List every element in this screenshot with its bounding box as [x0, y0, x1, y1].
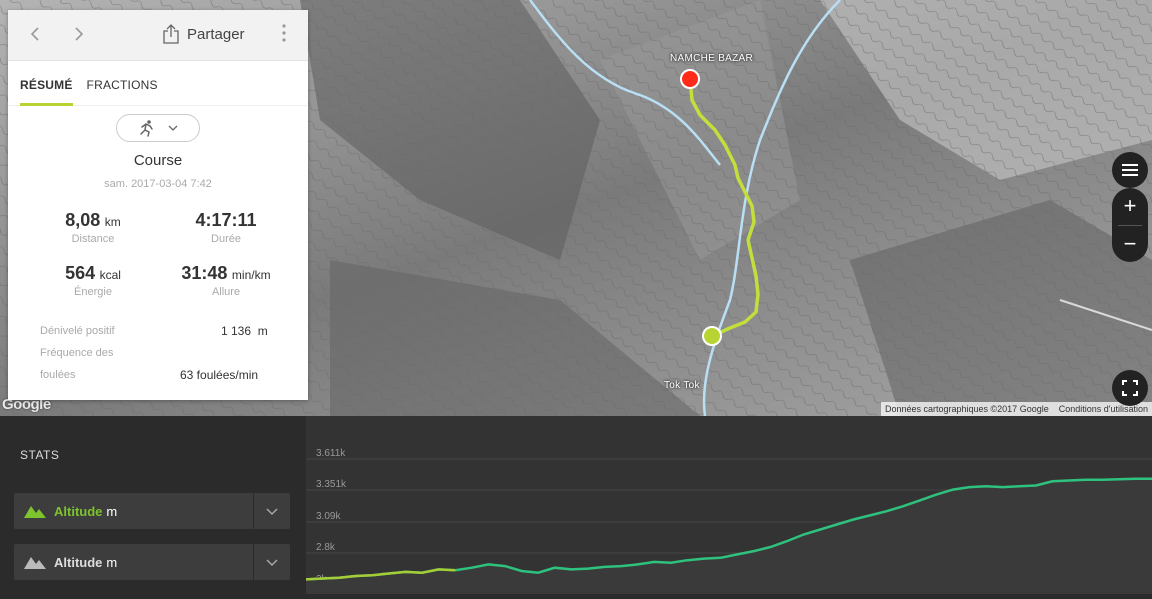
cadence-label-line2: foulées: [40, 369, 76, 381]
ascent-value-row: 1 136 m: [221, 324, 268, 338]
zoom-controls: + −: [1112, 188, 1148, 262]
stat-duration: 4:17:11 Durée: [156, 210, 296, 245]
zoom-out-button[interactable]: −: [1112, 225, 1148, 262]
panel-toolbar: Partager: [8, 10, 308, 61]
cadence-value: 63 foulées/min: [180, 368, 259, 382]
hamburger-icon: [1122, 164, 1138, 176]
distance-value: 8,08: [65, 210, 101, 230]
altitude-area: [306, 478, 1152, 594]
pace-label: Allure: [211, 286, 241, 298]
distance-unit: km: [104, 215, 121, 229]
running-icon: [140, 120, 153, 137]
duration-value: 4:17:11: [195, 210, 257, 230]
share-icon: [163, 24, 179, 44]
fullscreen-button[interactable]: [1112, 370, 1148, 406]
ascent-unit: m: [257, 324, 268, 338]
chevron-left-icon: [30, 26, 39, 41]
tab-fractions[interactable]: FRACTIONS: [87, 61, 158, 105]
map-menu-button[interactable]: [1112, 152, 1148, 188]
activity-title: Course: [133, 152, 183, 169]
more-vertical-icon: [282, 24, 286, 42]
mountain-icon: [24, 557, 46, 569]
altitude-chart-svg: 3.611k3.351k3.09k2.8k3k: [305, 448, 1152, 594]
metric-primary-name: Altitude: [54, 503, 103, 519]
back-button[interactable]: [22, 25, 48, 46]
metric-secondary-name: Altitude: [54, 554, 103, 570]
cadence-label-line1: Fréquence des: [40, 347, 114, 359]
zoom-in-button[interactable]: +: [1112, 188, 1148, 225]
activity-summary-panel: Partager RÉSUMÉ FRACTIONS Course sam. 20…: [8, 10, 308, 400]
pace-value: 31:48: [181, 263, 228, 283]
chevron-right-icon: [75, 26, 84, 41]
metric-primary-dropdown[interactable]: [253, 493, 290, 529]
stats-title: STATS: [20, 448, 60, 462]
tab-resume[interactable]: RÉSUMÉ: [20, 61, 73, 106]
map-data-credit: Données cartographiques ©2017 Google: [884, 404, 1049, 414]
ascent-label: Dénivelé positif: [40, 325, 115, 337]
energy-unit: kcal: [99, 268, 121, 282]
share-button[interactable]: Partager: [163, 24, 245, 44]
chart-y-tick-label: 3.351k: [316, 479, 347, 490]
metric-select-primary[interactable]: Altitude m: [14, 493, 290, 529]
chevron-down-icon: [168, 125, 178, 131]
chart-y-tick-label: 3.611k: [316, 448, 346, 459]
mountain-icon: [24, 506, 46, 518]
share-label: Partager: [187, 25, 245, 43]
chart-y-tick-label: 3.09k: [316, 511, 341, 522]
metric-secondary-dropdown[interactable]: [253, 544, 290, 580]
energy-label: Énergie: [74, 286, 112, 298]
forward-button[interactable]: [66, 25, 92, 46]
activity-date: sam. 2017-03-04 7:42: [104, 178, 212, 190]
chevron-down-icon: [266, 559, 278, 566]
more-options-button[interactable]: [282, 24, 286, 45]
metric-secondary-unit: m: [106, 554, 118, 570]
ascent-value: 1 136: [221, 324, 252, 338]
energy-value: 564: [65, 263, 96, 283]
sport-type-selector[interactable]: [116, 114, 200, 142]
fullscreen-icon: [1122, 380, 1138, 396]
map-attribution: Données cartographiques ©2017 Google Con…: [880, 402, 1152, 416]
place-label-start: NAMCHE BAZAR: [670, 53, 754, 64]
stats-panel: STATS Altitude m Altitude m: [0, 416, 306, 594]
panel-tabs: RÉSUMÉ FRACTIONS: [8, 61, 308, 106]
duration-label: Durée: [211, 233, 241, 245]
stat-distance: 8,08 km Distance: [23, 210, 163, 245]
metric-select-secondary[interactable]: Altitude m: [14, 544, 290, 580]
stat-pace: 31:48 min/km Allure: [156, 263, 296, 298]
distance-label: Distance: [71, 233, 115, 245]
stat-energy: 564 kcal Énergie: [23, 263, 163, 298]
place-label-end: Tok Tok: [664, 380, 700, 391]
metric-primary-unit: m: [106, 503, 118, 519]
pace-unit: min/km: [231, 268, 271, 282]
altitude-chart[interactable]: 3.611k3.351k3.09k2.8k3k: [305, 416, 1152, 594]
chart-y-tick-label: 2.8k: [316, 542, 336, 553]
chevron-down-icon: [266, 508, 278, 515]
